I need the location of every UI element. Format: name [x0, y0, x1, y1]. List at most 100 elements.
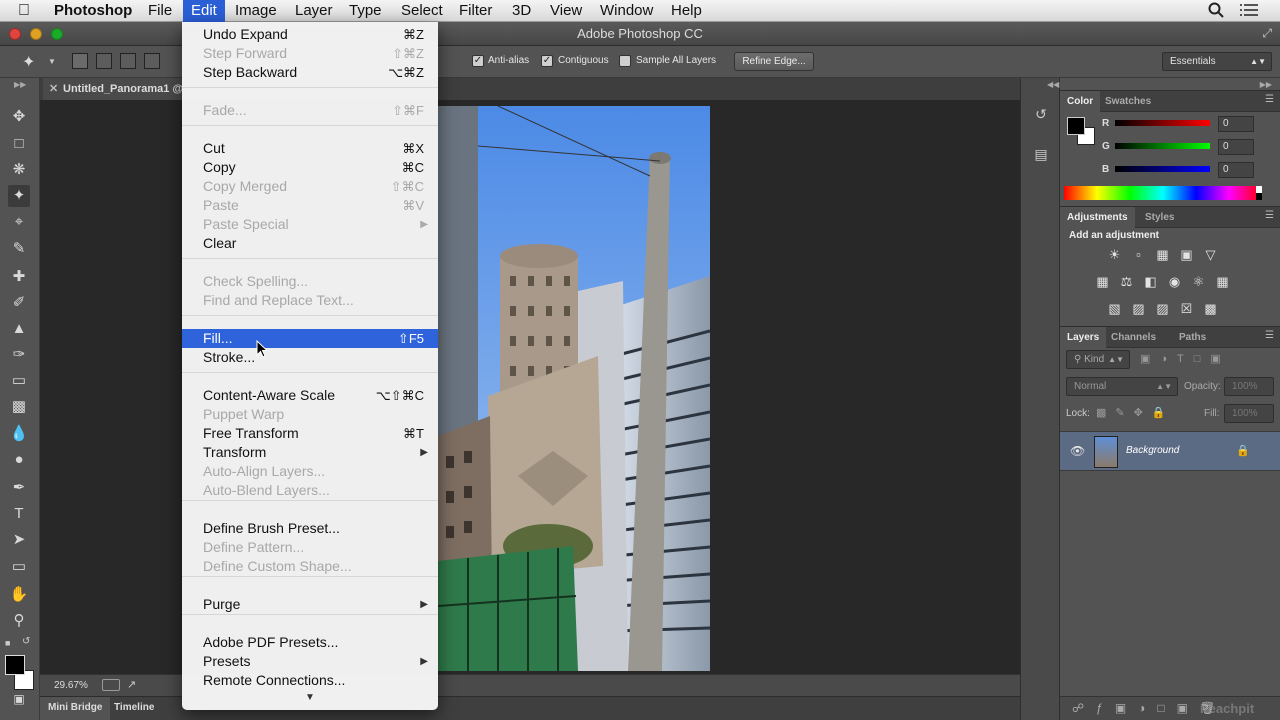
- threshold-icon[interactable]: ▨: [1154, 300, 1171, 317]
- curves-icon[interactable]: ▦: [1154, 246, 1171, 263]
- color-fg-swatch[interactable]: [1067, 117, 1085, 135]
- tab-paths[interactable]: Paths: [1172, 327, 1213, 348]
- menu-help[interactable]: Help: [664, 0, 709, 22]
- edit-menu-item[interactable]: Define Brush Preset...: [182, 519, 438, 538]
- edit-menu-item[interactable]: Clear: [182, 234, 438, 253]
- black-white-icon[interactable]: ◧: [1142, 273, 1159, 290]
- hue-saturation-icon[interactable]: ▦: [1094, 273, 1111, 290]
- list-icon[interactable]: [1240, 2, 1258, 22]
- workspace-select[interactable]: Essentials ▲▼: [1162, 52, 1272, 71]
- status-info-icon[interactable]: [102, 679, 120, 691]
- subtract-selection-icon[interactable]: [120, 53, 136, 69]
- green-value[interactable]: 0: [1218, 139, 1254, 155]
- edit-menu-item[interactable]: Fill... ⇧F5: [182, 329, 438, 348]
- edit-menu-item[interactable]: Undo Expand ⌘Z: [182, 25, 438, 44]
- collapse-tools-icon[interactable]: ▶▶: [14, 80, 26, 89]
- sample-all-layers-checkbox[interactable]: [619, 55, 631, 67]
- collapse-panels-icon[interactable]: ▶▶: [1260, 80, 1272, 89]
- tab-timeline[interactable]: Timeline: [106, 697, 162, 720]
- dodge-tool-icon[interactable]: ●: [8, 449, 30, 471]
- hand-tool-icon[interactable]: ✋: [8, 584, 30, 606]
- edit-menu-item[interactable]: Copy ⌘C: [182, 158, 438, 177]
- menu-edit[interactable]: Edit: [183, 0, 225, 22]
- tab-adjustments[interactable]: Adjustments: [1060, 207, 1135, 228]
- foreground-color-swatch[interactable]: [5, 655, 25, 675]
- menu-layer[interactable]: Layer: [288, 0, 340, 22]
- panel-menu-icon[interactable]: ☰: [1265, 330, 1274, 341]
- zoom-tool-icon[interactable]: ⚲: [8, 610, 30, 632]
- menu-image[interactable]: Image: [228, 0, 284, 22]
- edit-menu-item[interactable]: Adobe PDF Presets...: [182, 633, 438, 652]
- menu-filter[interactable]: Filter: [452, 0, 499, 22]
- blue-value[interactable]: 0: [1218, 162, 1254, 178]
- swap-colors-icon[interactable]: ↺: [22, 636, 30, 647]
- magic-wand-tool-icon[interactable]: ✦: [8, 185, 30, 207]
- share-icon[interactable]: ↗: [127, 678, 136, 691]
- green-slider[interactable]: G 0: [1100, 139, 1275, 157]
- vibrance-icon[interactable]: ▽: [1202, 246, 1219, 263]
- intersect-selection-icon[interactable]: [144, 53, 160, 69]
- menu-file[interactable]: File: [141, 0, 179, 22]
- menu-3d[interactable]: 3D: [505, 0, 538, 22]
- blue-slider[interactable]: B 0: [1100, 162, 1275, 180]
- menu-select[interactable]: Select: [394, 0, 450, 22]
- preset-dropdown-icon[interactable]: ▼: [48, 57, 56, 66]
- green-track[interactable]: [1115, 143, 1210, 149]
- menu-view[interactable]: View: [543, 0, 589, 22]
- color-balance-icon[interactable]: ⚖: [1118, 273, 1135, 290]
- healing-brush-tool-icon[interactable]: ✚: [8, 266, 30, 288]
- type-tool-icon[interactable]: T: [8, 503, 30, 525]
- exposure-icon[interactable]: ▣: [1178, 246, 1195, 263]
- levels-icon[interactable]: ▫: [1130, 246, 1147, 263]
- path-selection-tool-icon[interactable]: ➤: [8, 529, 30, 551]
- zoom-level[interactable]: 29.67%: [54, 680, 88, 691]
- edit-menu-item[interactable]: Remote Connections...: [182, 671, 438, 690]
- color-spectrum-bar[interactable]: [1064, 186, 1262, 200]
- menu-app[interactable]: Photoshop: [47, 0, 139, 22]
- menu-window[interactable]: Window: [593, 0, 660, 22]
- default-colors-icon[interactable]: ■: [5, 638, 10, 648]
- panel-menu-icon[interactable]: ☰: [1265, 94, 1274, 105]
- quick-mask-icon[interactable]: ▣: [8, 688, 30, 710]
- layer-row-background[interactable]: 👁 Background 🔒: [1060, 431, 1280, 471]
- menu-type[interactable]: Type: [342, 0, 389, 22]
- anti-alias-checkbox[interactable]: ✓: [472, 55, 484, 67]
- eyedropper-tool-icon[interactable]: ✎: [8, 238, 30, 260]
- close-tab-icon[interactable]: ✕: [49, 78, 58, 100]
- eye-icon[interactable]: 👁: [1070, 444, 1085, 458]
- invert-icon[interactable]: ▧: [1106, 300, 1123, 317]
- edit-menu-item[interactable]: Step Backward ⌥⌘Z: [182, 63, 438, 82]
- clone-stamp-tool-icon[interactable]: ▲: [8, 318, 30, 340]
- posterize-icon[interactable]: ▨: [1130, 300, 1147, 317]
- crop-tool-icon[interactable]: ⌖: [8, 211, 30, 233]
- lasso-tool-icon[interactable]: ❋: [8, 159, 30, 181]
- properties-panel-icon[interactable]: ▤: [1031, 144, 1051, 164]
- fullscreen-icon[interactable]: ⤢: [1262, 26, 1272, 41]
- contiguous-checkbox[interactable]: ✓: [541, 55, 553, 67]
- red-slider[interactable]: R 0: [1100, 116, 1275, 134]
- tab-styles[interactable]: Styles: [1138, 207, 1181, 228]
- blue-track[interactable]: [1115, 166, 1210, 172]
- eraser-tool-icon[interactable]: ▭: [8, 370, 30, 392]
- magic-wand-preset-icon[interactable]: ✦: [22, 52, 35, 72]
- gradient-tool-icon[interactable]: ▩: [8, 396, 30, 418]
- collapse-strip-icon[interactable]: ◀◀: [1047, 80, 1059, 89]
- selective-color-icon[interactable]: ☒: [1178, 300, 1195, 317]
- gradient-map-icon[interactable]: ▩: [1202, 300, 1219, 317]
- tab-layers[interactable]: Layers: [1060, 327, 1107, 348]
- pen-tool-icon[interactable]: ✒: [8, 477, 30, 499]
- shape-tool-icon[interactable]: ▭: [8, 556, 30, 578]
- scroll-down-arrow-icon[interactable]: ▼: [182, 692, 438, 703]
- tab-channels[interactable]: Channels: [1104, 327, 1163, 348]
- apple-icon[interactable]: : [18, 2, 30, 20]
- history-panel-icon[interactable]: ↺: [1031, 104, 1051, 124]
- fill-field[interactable]: 100%: [1224, 404, 1274, 423]
- add-selection-icon[interactable]: [96, 53, 112, 69]
- channel-mixer-icon[interactable]: ⚛: [1190, 273, 1207, 290]
- new-selection-icon[interactable]: [72, 53, 88, 69]
- layer-filter-select[interactable]: ⚲ Kind ▲▼: [1066, 350, 1130, 369]
- brush-tool-icon[interactable]: ✐: [8, 292, 30, 314]
- layer-name[interactable]: Background: [1126, 445, 1179, 456]
- refine-edge-button[interactable]: Refine Edge...: [734, 52, 814, 71]
- edit-menu-item[interactable]: Stroke...: [182, 348, 438, 367]
